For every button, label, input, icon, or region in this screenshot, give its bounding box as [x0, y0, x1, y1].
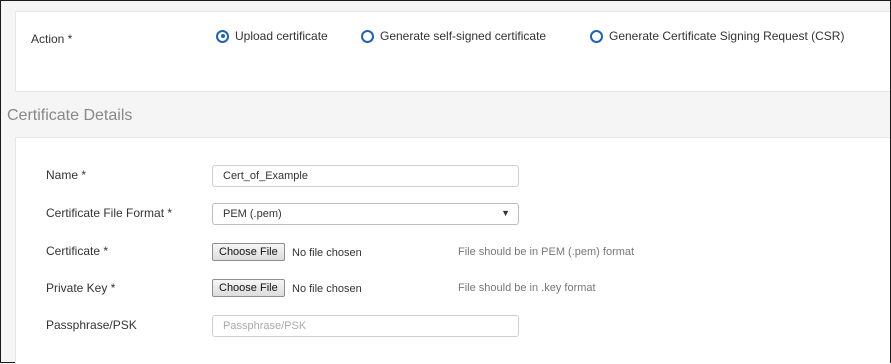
- private-key-choose-file-button[interactable]: Choose File: [212, 279, 285, 297]
- radio-unchecked-icon: [590, 29, 603, 43]
- format-select[interactable]: PEM (.pem) ▼: [212, 203, 519, 225]
- private-key-file-status: No file chosen: [292, 283, 362, 295]
- private-key-label: Private Key *: [46, 281, 116, 295]
- section-title: Certificate Details: [7, 107, 133, 124]
- action-label: Action *: [31, 32, 73, 46]
- action-panel: [15, 11, 890, 92]
- passphrase-label: Passphrase/PSK: [46, 318, 137, 332]
- private-key-format-hint: File should be in .key format: [458, 282, 596, 294]
- radio-unchecked-icon: [361, 29, 374, 43]
- certificate-file-status: No file chosen: [292, 247, 362, 259]
- radio-upload-label: Upload certificate: [235, 29, 328, 43]
- certificate-label: Certificate *: [46, 244, 109, 258]
- radio-upload-certificate[interactable]: Upload certificate: [216, 29, 328, 43]
- certificate-choose-file-button[interactable]: Choose File: [212, 243, 285, 261]
- format-label: Certificate File Format *: [46, 206, 173, 220]
- certificate-format-hint: File should be in PEM (.pem) format: [458, 246, 635, 258]
- radio-csr-label: Generate Certificate Signing Request (CS…: [609, 29, 845, 43]
- radio-checked-icon: [216, 29, 229, 43]
- format-select-value: PEM (.pem): [223, 208, 282, 220]
- passphrase-input[interactable]: [212, 315, 519, 337]
- radio-self-signed-label: Generate self-signed certificate: [380, 29, 547, 43]
- name-input[interactable]: [212, 165, 519, 187]
- name-label: Name *: [46, 168, 87, 182]
- radio-csr[interactable]: Generate Certificate Signing Request (CS…: [590, 29, 844, 43]
- chevron-down-icon: ▼: [501, 208, 510, 218]
- radio-self-signed[interactable]: Generate self-signed certificate: [361, 29, 546, 43]
